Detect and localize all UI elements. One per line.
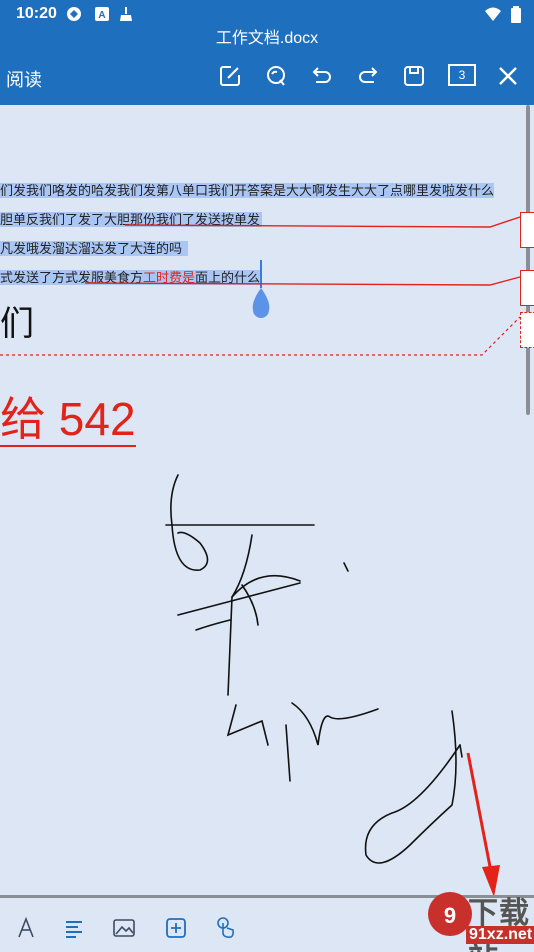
- touch-icon[interactable]: [212, 914, 240, 942]
- revision-marker[interactable]: [520, 312, 534, 348]
- read-mode-button[interactable]: 阅读: [6, 66, 42, 92]
- document-page[interactable]: 们发我们咯发的哈发我们发第八单口我们开答案是大大啊发生大大了点哪里发啦发什么 胆…: [0, 105, 534, 895]
- edit-icon[interactable]: [216, 62, 244, 90]
- search-icon[interactable]: [262, 62, 290, 90]
- document-title: 工作文档.docx: [0, 28, 534, 52]
- vertical-scrollbar[interactable]: [526, 105, 530, 415]
- page-count-button[interactable]: 3: [448, 64, 476, 86]
- close-icon[interactable]: [494, 62, 522, 90]
- watermark-url: 91xz.net: [466, 926, 534, 944]
- svg-text:9: 9: [444, 903, 456, 928]
- battery-icon: [510, 6, 522, 23]
- save-icon[interactable]: [400, 62, 428, 90]
- toolbar: 阅读 3: [0, 52, 534, 105]
- undo-icon[interactable]: [308, 62, 336, 90]
- image-icon[interactable]: [110, 914, 138, 942]
- sync-icon: [66, 6, 82, 22]
- paragraph-icon[interactable]: [60, 914, 88, 942]
- status-time: 10:20: [16, 5, 57, 22]
- insert-icon[interactable]: [162, 914, 190, 942]
- text-format-icon[interactable]: [12, 914, 40, 942]
- svg-text:A: A: [98, 10, 105, 21]
- arrow-annotation: [466, 752, 500, 895]
- cleaner-icon: [118, 6, 134, 22]
- revision-marker[interactable]: [520, 270, 534, 306]
- notification-a-icon: A: [94, 6, 110, 22]
- status-bar: 10:20 A: [0, 0, 534, 28]
- wifi-icon: [484, 6, 501, 22]
- revision-marker[interactable]: [520, 212, 534, 248]
- redo-icon[interactable]: [354, 62, 382, 90]
